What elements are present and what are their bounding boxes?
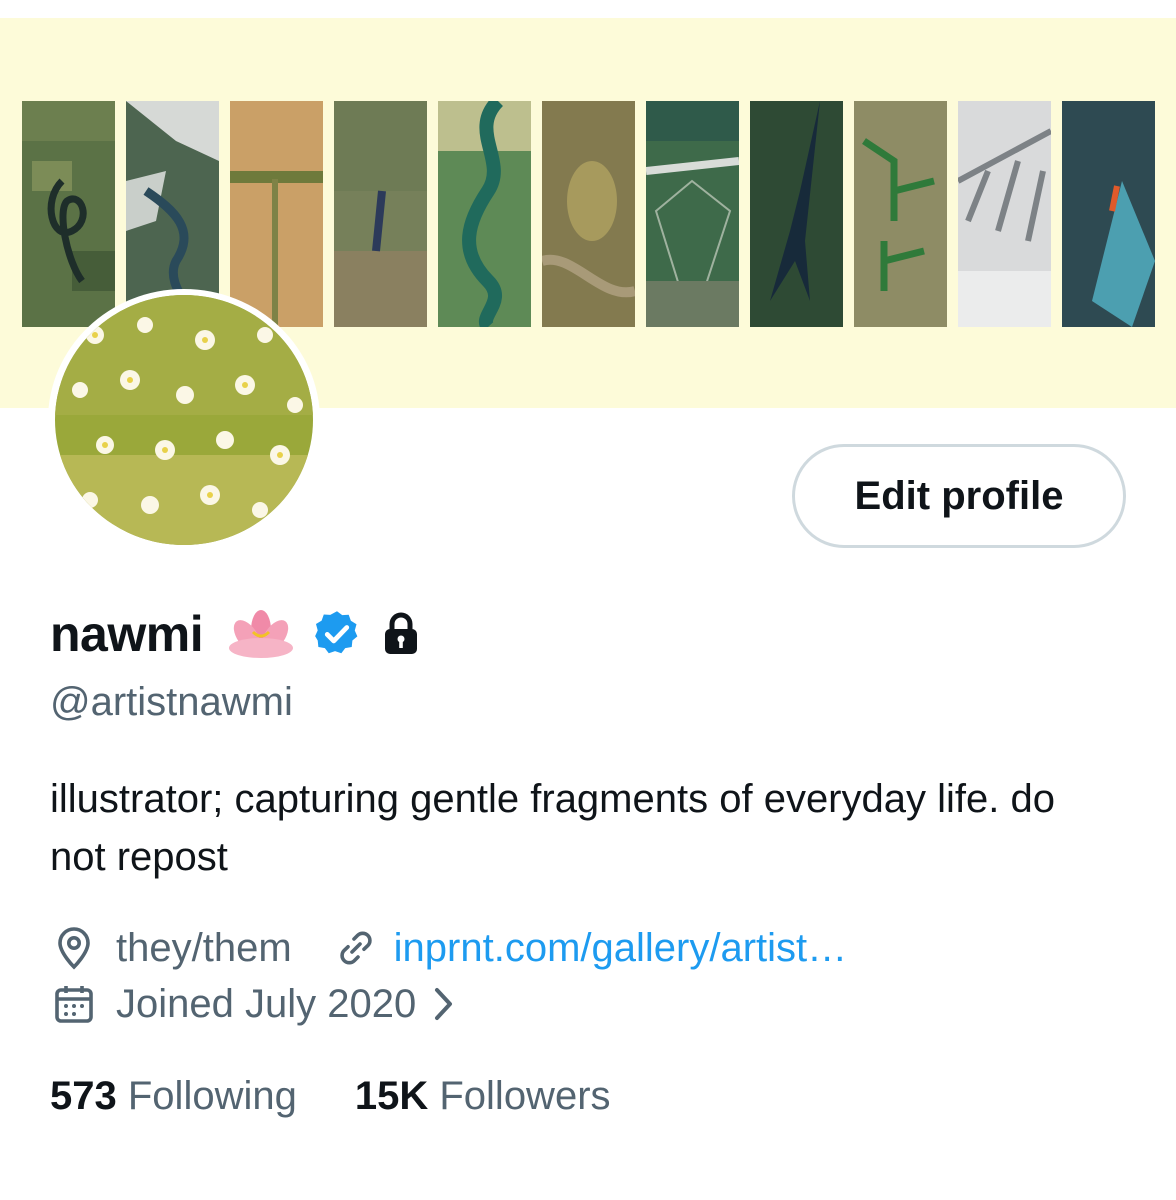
banner-tile	[22, 101, 115, 327]
following-count: 573	[50, 1073, 117, 1118]
location-pin-icon	[58, 927, 90, 970]
profile-meta-row: they/them inprnt.com/gallery/artist…	[50, 922, 847, 974]
followers-link[interactable]: 15K Followers	[355, 1074, 611, 1119]
edit-profile-button[interactable]: Edit profile	[792, 444, 1126, 548]
username-handle: @artistnawmi	[50, 680, 293, 724]
joined-date: Joined July 2020	[116, 981, 417, 1026]
banner-tile	[334, 101, 427, 327]
banner-tile	[542, 101, 635, 327]
display-name: nawmi	[50, 606, 204, 662]
follow-stats: 573 Following 15K Followers	[50, 1070, 611, 1122]
banner-tile	[854, 101, 947, 327]
banner-tile	[438, 101, 531, 327]
followers-label: Followers	[439, 1073, 611, 1118]
banner-tile	[646, 101, 739, 327]
banner-tile	[750, 101, 843, 327]
followers-count: 15K	[354, 1073, 429, 1118]
lock-icon	[385, 612, 418, 654]
lotus-icon	[229, 610, 294, 658]
link-icon	[339, 931, 372, 965]
pronouns-text: they/them	[116, 925, 292, 970]
avatar[interactable]	[48, 289, 320, 551]
banner-tile	[1062, 101, 1155, 327]
joined-row[interactable]: Joined July 2020	[50, 978, 458, 1030]
following-link[interactable]: 573 Following	[50, 1074, 297, 1119]
calendar-icon	[55, 986, 93, 1023]
profile-bio: illustrator; capturing gentle fragments …	[50, 777, 1055, 879]
banner-tile	[958, 101, 1051, 327]
display-name-row: nawmi	[50, 600, 421, 668]
following-label: Following	[127, 1073, 297, 1118]
verified-badge-icon	[315, 611, 358, 654]
website-link[interactable]: inprnt.com/gallery/artist…	[394, 926, 847, 971]
chevron-right-icon	[435, 988, 453, 1020]
avatar-image	[55, 295, 313, 545]
banner-tile	[230, 101, 323, 327]
